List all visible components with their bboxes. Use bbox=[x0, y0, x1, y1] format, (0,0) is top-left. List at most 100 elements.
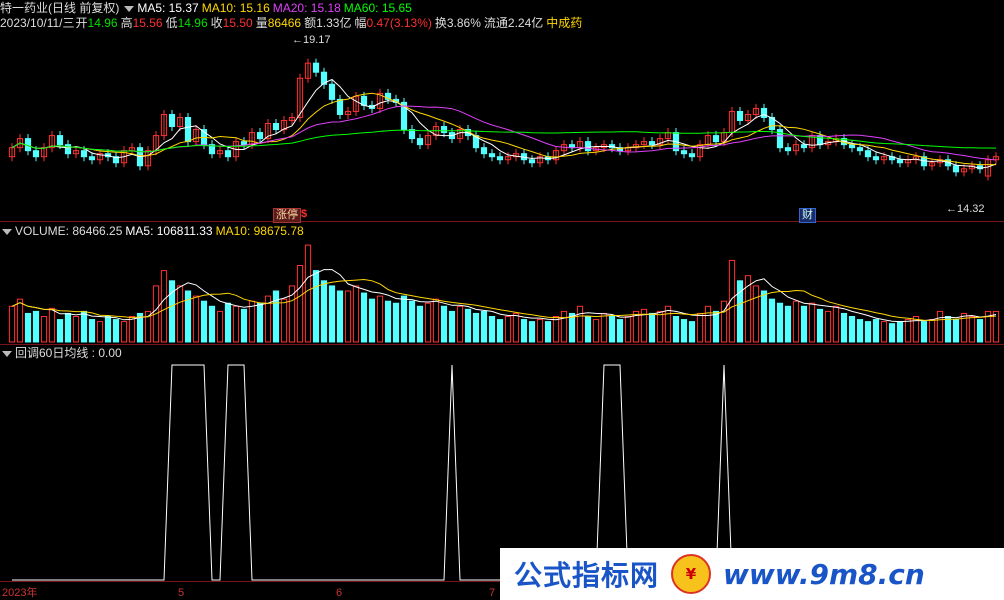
volume-bar bbox=[416, 305, 424, 343]
indicator-collapse-icon[interactable] bbox=[2, 350, 12, 357]
volume-ma5: MA5: 106811.33 bbox=[125, 224, 213, 238]
volume-bar bbox=[536, 319, 544, 343]
volume-bar bbox=[280, 298, 288, 343]
candle-body bbox=[648, 141, 656, 146]
volume-bar bbox=[488, 316, 496, 343]
volume-bar bbox=[704, 305, 712, 343]
volume-bar bbox=[8, 305, 16, 343]
x-axis-label-year: 2023年 bbox=[2, 587, 38, 599]
volume-bar bbox=[120, 321, 128, 343]
volume-bar bbox=[464, 308, 472, 343]
volume-collapse-icon[interactable] bbox=[2, 228, 12, 235]
watermark-url: www.9m8.cn bbox=[723, 557, 925, 591]
volume-bar bbox=[56, 319, 64, 343]
volume-bar bbox=[168, 280, 176, 343]
finance-tag[interactable]: 财 bbox=[799, 208, 816, 223]
candle-body bbox=[496, 156, 504, 161]
volume-bar bbox=[400, 295, 408, 343]
volume-bar bbox=[848, 316, 856, 343]
volume-bar bbox=[312, 270, 320, 343]
volume-bar bbox=[816, 308, 824, 343]
volume-bar bbox=[496, 319, 504, 343]
volume-bar bbox=[656, 310, 664, 343]
volume-bar bbox=[872, 319, 880, 343]
volume-bar bbox=[48, 307, 56, 343]
volume-bar bbox=[712, 310, 720, 343]
volume-bar bbox=[472, 312, 480, 343]
volume-bar bbox=[16, 298, 24, 343]
volume-bar bbox=[864, 321, 872, 343]
candle-body bbox=[952, 165, 960, 173]
volume-bar bbox=[24, 312, 32, 343]
limit-up-tag[interactable]: 涨停 bbox=[273, 208, 301, 223]
candle-body bbox=[408, 129, 416, 140]
candle-body bbox=[256, 132, 264, 140]
volume-bar bbox=[80, 310, 88, 343]
volume-bar bbox=[288, 285, 296, 343]
volume-bar bbox=[376, 295, 384, 343]
candle-body bbox=[800, 144, 808, 149]
candle-body bbox=[712, 135, 720, 143]
candle-body bbox=[440, 126, 448, 134]
kline-chart[interactable] bbox=[0, 0, 1004, 600]
candle-body bbox=[584, 141, 592, 152]
volume-bar bbox=[840, 312, 848, 343]
candle-body bbox=[328, 83, 336, 100]
volume-bar bbox=[504, 316, 512, 343]
volume-bar bbox=[880, 321, 888, 343]
high-price-value: 19.17 bbox=[303, 34, 331, 46]
volume-bar bbox=[648, 312, 656, 343]
candle-body bbox=[312, 62, 320, 73]
volume-ma10: MA10: 98675.78 bbox=[215, 224, 304, 238]
volume-bar bbox=[368, 298, 376, 343]
indicator-header: 回调60日均线 : 0.00 bbox=[0, 345, 125, 361]
volume-bar bbox=[448, 310, 456, 343]
volume-bar bbox=[736, 280, 744, 343]
candle-body bbox=[688, 153, 696, 158]
candle-body bbox=[848, 144, 856, 149]
volume-bar bbox=[344, 290, 352, 343]
volume-bar bbox=[552, 316, 560, 343]
volume-bar bbox=[128, 316, 136, 343]
volume-bar bbox=[408, 300, 416, 343]
volume-bar bbox=[200, 300, 208, 343]
candle-body bbox=[872, 156, 880, 161]
volume-bar bbox=[296, 265, 304, 343]
volume-bar bbox=[800, 305, 808, 343]
low-price-mark: ←14.32 bbox=[946, 203, 985, 215]
candle-body bbox=[32, 150, 40, 158]
volume-bar bbox=[664, 305, 672, 343]
volume-bar bbox=[304, 244, 312, 343]
volume-bar bbox=[760, 290, 768, 343]
volume-bar bbox=[352, 285, 360, 343]
volume-bar bbox=[32, 310, 40, 343]
candle-body bbox=[528, 159, 536, 164]
volume-bar bbox=[952, 319, 960, 343]
candle-body bbox=[680, 150, 688, 155]
x-axis-label-may: 5 bbox=[178, 587, 185, 599]
ma60-line bbox=[11, 129, 997, 153]
volume-bar bbox=[944, 316, 952, 343]
volume-bar bbox=[336, 290, 344, 343]
volume-bar bbox=[392, 302, 400, 343]
volume-bar bbox=[888, 323, 896, 343]
volume-bar bbox=[384, 300, 392, 343]
watermark-banner: 公式指标网 ¥ www.9m8.cn bbox=[500, 548, 1004, 600]
candle-body bbox=[488, 153, 496, 158]
volume-bar bbox=[192, 295, 200, 343]
volume-bar bbox=[768, 298, 776, 343]
volume-bar bbox=[40, 316, 48, 343]
volume-bar bbox=[96, 321, 104, 343]
volume-bar bbox=[968, 316, 976, 343]
high-price-mark: ←19.17 bbox=[292, 34, 331, 46]
volume-bar bbox=[456, 305, 464, 343]
candle-body bbox=[64, 144, 72, 155]
volume-bar bbox=[784, 305, 792, 343]
candle-body bbox=[80, 150, 88, 158]
x-axis-label-july: 7 bbox=[489, 587, 496, 599]
volume-bar bbox=[424, 302, 432, 343]
panel-divider-1 bbox=[0, 221, 1004, 222]
volume-bar bbox=[232, 305, 240, 343]
panel-divider-2 bbox=[0, 344, 1004, 345]
dollar-tag[interactable]: $ bbox=[299, 208, 309, 221]
